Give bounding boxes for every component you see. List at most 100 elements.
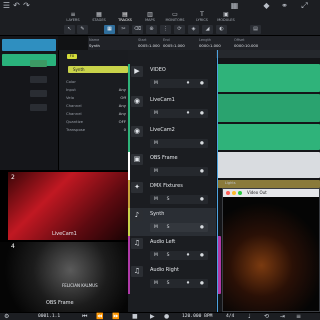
track-name[interactable]: LiveCam2 [150,127,175,133]
solo-button[interactable]: S [164,280,172,287]
clip-obs-frame[interactable] [217,152,320,178]
mute-button[interactable]: M [152,140,160,147]
cue-button[interactable] [30,104,47,111]
mute-button[interactable]: M [152,252,160,259]
undo-icon[interactable]: ↶ [12,2,21,10]
track-row[interactable]: ✦ DMX Fixtures M S ● [128,180,216,208]
record-icon[interactable]: ● [198,80,206,87]
inspector-tag[interactable]: FX [67,54,77,59]
solo-button[interactable]: S [164,196,172,203]
record-icon[interactable]: ● [164,313,169,320]
tool-zoom-button[interactable]: ⊕ [146,25,157,34]
record-icon[interactable]: ● [198,224,206,231]
settings-icon[interactable]: ⚙ [4,313,9,320]
cue-button[interactable] [30,76,47,83]
forward-icon[interactable]: ⏩ [112,313,119,320]
tab-maps[interactable]: ▥ MAPS [140,12,160,23]
cue-button[interactable] [30,90,47,97]
record-icon[interactable]: ● [198,168,206,175]
record-icon[interactable]: ● [198,110,206,117]
close-icon[interactable] [226,191,230,195]
punch-icon[interactable]: ⇥ [280,313,285,320]
rewind-icon[interactable]: ⏪ [96,313,103,320]
solo-button[interactable]: S [164,224,172,231]
tab-layers[interactable]: ≡ LAYERS [62,12,84,23]
mute-button[interactable]: M [152,280,160,287]
inspector-value[interactable]: OFF [119,119,126,124]
inspector-selected-track[interactable]: Synth [68,66,128,73]
clip-video[interactable] [217,64,320,92]
track-name[interactable]: Synth [150,211,164,217]
inspector-value[interactable]: Any [119,103,126,108]
tool-fade-button[interactable]: ◢ [202,25,213,34]
track-name[interactable]: Audio Right [150,267,179,273]
tool-loop-button[interactable]: ⟳ [174,25,185,34]
start-value[interactable]: 0005:1.000 [138,43,160,48]
metronome-icon[interactable]: ♩ [248,313,251,320]
maximize-icon[interactable] [238,191,242,195]
offset-value[interactable]: 0000:10.000 [234,43,258,48]
mute-button[interactable]: M [152,110,160,117]
cue-bar-active[interactable] [2,39,56,51]
mic-icon[interactable]: ♦ [184,110,192,117]
tool-view-button[interactable]: ▤ [250,25,261,34]
clip-livecam1[interactable] [217,94,320,122]
solo-button[interactable]: S [164,252,172,259]
menu-icon[interactable]: ☰ [2,2,11,10]
tool-split-button[interactable]: ⋮ [160,25,171,34]
grid-icon[interactable]: ▦ [230,2,239,10]
tool-marker-button[interactable]: ◈ [188,25,199,34]
track-row[interactable]: ▶ VIDEO M ♦ ● [128,64,216,94]
record-icon[interactable]: ● [198,140,206,147]
loop-icon[interactable]: ⟲ [264,313,269,320]
track-name[interactable]: Audio Left [150,239,175,245]
inspector-value[interactable]: Any [119,111,126,116]
expand-icon[interactable]: ⤢ [300,2,309,10]
mic-icon[interactable]: ♦ [184,252,192,259]
name-value[interactable]: Synth [89,43,100,48]
track-row[interactable]: ♫ Audio Left M S ♦ ● [128,236,216,264]
video-output-window[interactable]: Video Out Lights [222,181,320,312]
mixer-icon[interactable]: ≡ [296,313,301,320]
record-icon[interactable]: ● [198,280,206,287]
position-display[interactable]: 0001.1.1 [38,314,60,319]
tool-erase-button[interactable]: ⌫ [132,25,143,34]
tool-draw-button[interactable]: ✎ [77,25,88,34]
mute-button[interactable]: M [152,196,160,203]
tab-monitors[interactable]: ▭ MONITORS [162,12,188,23]
mute-button[interactable]: M [152,80,160,87]
tempo-display[interactable]: 120.000 BPM [182,314,212,319]
tool-select-button[interactable]: ↖ [64,25,75,34]
minimize-icon[interactable] [232,191,236,195]
track-name[interactable]: LiveCam1 [150,97,175,103]
track-row[interactable]: ♫ Audio Right M S ♦ ● [128,264,216,294]
track-name[interactable]: OBS Frame [150,155,178,161]
end-value[interactable]: 0005:1.000 [163,43,185,48]
cue-go-button[interactable] [30,60,47,67]
track-row-selected[interactable]: ♪ Synth M S ● [128,208,216,236]
track-name[interactable]: VIDEO [150,67,166,73]
tool-gain-button[interactable]: ◐ [216,25,227,34]
length-value[interactable]: 0000:1.000 [199,43,221,48]
tab-modules[interactable]: ▣ MODULES [214,12,238,23]
cue-bar-green[interactable] [2,54,56,66]
clip-livecam2[interactable] [217,124,320,150]
timeline-ruler[interactable] [216,50,320,58]
mic-icon[interactable]: ♦ [184,80,192,87]
inspector-value[interactable]: Off [120,95,126,100]
track-row[interactable]: ▣ OBS Frame M ● [128,152,216,180]
tab-lyrics[interactable]: T LYRICS [192,12,212,23]
record-icon[interactable]: ● [198,252,206,259]
inspector-value[interactable]: Any [119,87,126,92]
marker-icon[interactable]: ◆ [262,2,271,10]
tool-snap-button[interactable]: ▦ [104,25,115,34]
mic-icon[interactable]: ♦ [184,280,192,287]
play-icon[interactable]: ▶ [150,313,155,320]
inspector-value[interactable]: 0 [124,127,126,132]
tool-cut-button[interactable]: ✂ [118,25,129,34]
track-name[interactable]: DMX Fixtures [150,183,183,189]
stop-icon[interactable]: ■ [132,313,138,320]
rewind-start-icon[interactable]: ⏮ [82,313,87,320]
tab-tracks[interactable]: ▤ TRACKS [114,12,136,23]
time-signature[interactable]: 4/4 [226,314,234,319]
